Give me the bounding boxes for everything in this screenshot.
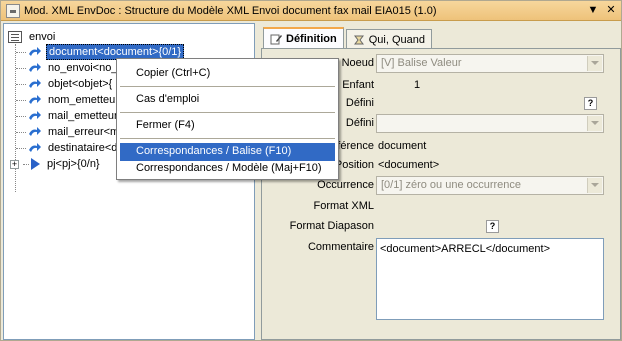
tree-root[interactable]: envoi: [8, 29, 57, 45]
nb-enfant-value: 1: [414, 79, 421, 91]
tree-item-pj[interactable]: + pj<pj>{0/n}: [10, 156, 102, 172]
window-controls: ▼ ✕: [587, 4, 617, 16]
chevron-down-icon[interactable]: [587, 178, 602, 193]
menu-item-fermer[interactable]: Fermer (F4): [120, 117, 335, 135]
occurrence-label: Occurrence: [317, 179, 374, 191]
defini-2-label: Défini: [345, 117, 374, 129]
format-xml-label: Format XML: [313, 200, 374, 212]
element-arrow-icon: [28, 110, 42, 122]
element-arrow-icon: [28, 94, 42, 106]
commentaire-value: <document>ARRECL</document>: [380, 243, 550, 255]
row-commentaire: Commentaire <document>ARRECL</document>: [262, 238, 622, 322]
defini-1-label: Défini: [345, 97, 374, 109]
tab-label: Qui, Quand: [368, 33, 425, 46]
tab-qui-quand[interactable]: Qui, Quand: [345, 29, 432, 49]
help-icon[interactable]: ?: [584, 97, 597, 110]
window-title: Mod. XML EnvDoc : Structure du Modèle XM…: [24, 4, 437, 17]
chevron-down-icon[interactable]: [587, 116, 602, 131]
tree-item-label: objet<objet>{: [48, 78, 113, 90]
chevron-down-icon[interactable]: [587, 56, 602, 71]
menu-separator: [120, 86, 335, 87]
title-bar[interactable]: Mod. XML EnvDoc : Structure du Modèle XM…: [1, 1, 621, 21]
element-arrow-icon: [28, 62, 42, 74]
element-arrow-icon: [28, 126, 42, 138]
row-format-xml: Format XML: [262, 197, 622, 217]
tree-item-destinataire[interactable]: destinataire<d: [16, 140, 119, 156]
clock-icon: [353, 34, 365, 46]
tree-item-nom-emetteur[interactable]: nom_emetteur<: [16, 92, 127, 108]
occurrence-select[interactable]: [0/1] zéro ou une occurrence: [376, 176, 604, 195]
element-arrow-icon: [28, 142, 42, 154]
help-icon[interactable]: ?: [486, 220, 499, 233]
tree-item-label: mail_emetteur<: [48, 110, 125, 122]
tree-item-label: no_envoi<no_: [48, 62, 118, 74]
window-icon: [6, 3, 20, 18]
defini-select[interactable]: [376, 114, 604, 133]
menu-item-correspondances-balise[interactable]: Correspondances / Balise (F10): [120, 143, 335, 161]
pencil-icon: [270, 33, 282, 45]
commentaire-textarea[interactable]: <document>ARRECL</document>: [376, 238, 604, 320]
tab-bar: Définition Qui, Quand: [263, 27, 434, 49]
element-arrow-icon: [28, 46, 42, 58]
main-window: Mod. XML EnvDoc : Structure du Modèle XM…: [0, 0, 622, 341]
tab-label: Définition: [286, 33, 337, 45]
tree-item-label: destinataire<d: [48, 142, 118, 154]
type-noeud-select[interactable]: [V] Balise Valeur: [376, 54, 604, 73]
menu-separator: [120, 112, 335, 113]
tree-item-mail-erreur[interactable]: mail_erreur<ma: [16, 124, 127, 140]
type-noeud-value: [V] Balise Valeur: [381, 57, 462, 69]
menu-item-copier[interactable]: Copier (Ctrl+C): [120, 65, 335, 83]
commentaire-label: Commentaire: [307, 241, 374, 253]
play-icon: [31, 158, 40, 170]
row-format-diapason: Format Diapason ?: [262, 217, 622, 237]
menu-separator: [120, 138, 335, 139]
occurrence-value: [0/1] zéro ou une occurrence: [381, 179, 522, 191]
tree-item-no-envoi[interactable]: no_envoi<no_: [16, 60, 119, 76]
tree-root-label: envoi: [29, 31, 56, 43]
tree-item-label: pj<pj>{0/n}: [47, 158, 100, 170]
reference-value: document: [378, 140, 427, 152]
expand-icon[interactable]: +: [10, 159, 19, 169]
balise-value: <document>: [378, 159, 440, 171]
tab-definition[interactable]: Définition: [263, 27, 344, 49]
close-icon[interactable]: ✕: [605, 4, 617, 16]
tree-item-mail-emetteur[interactable]: mail_emetteur<: [16, 108, 126, 124]
format-diapason-label: Format Diapason: [289, 220, 374, 232]
menu-item-cas-emploi[interactable]: Cas d'emploi: [120, 91, 335, 109]
xml-doc-icon: [8, 31, 22, 43]
menu-item-correspondances-modele[interactable]: Correspondances / Modèle (Maj+F10): [120, 160, 335, 178]
tree-item-objet[interactable]: objet<objet>{: [16, 76, 114, 92]
element-arrow-icon: [28, 78, 42, 90]
context-menu: Copier (Ctrl+C) Cas d'emploi Fermer (F4)…: [116, 58, 339, 180]
menu-dropdown-icon[interactable]: ▼: [587, 4, 599, 16]
